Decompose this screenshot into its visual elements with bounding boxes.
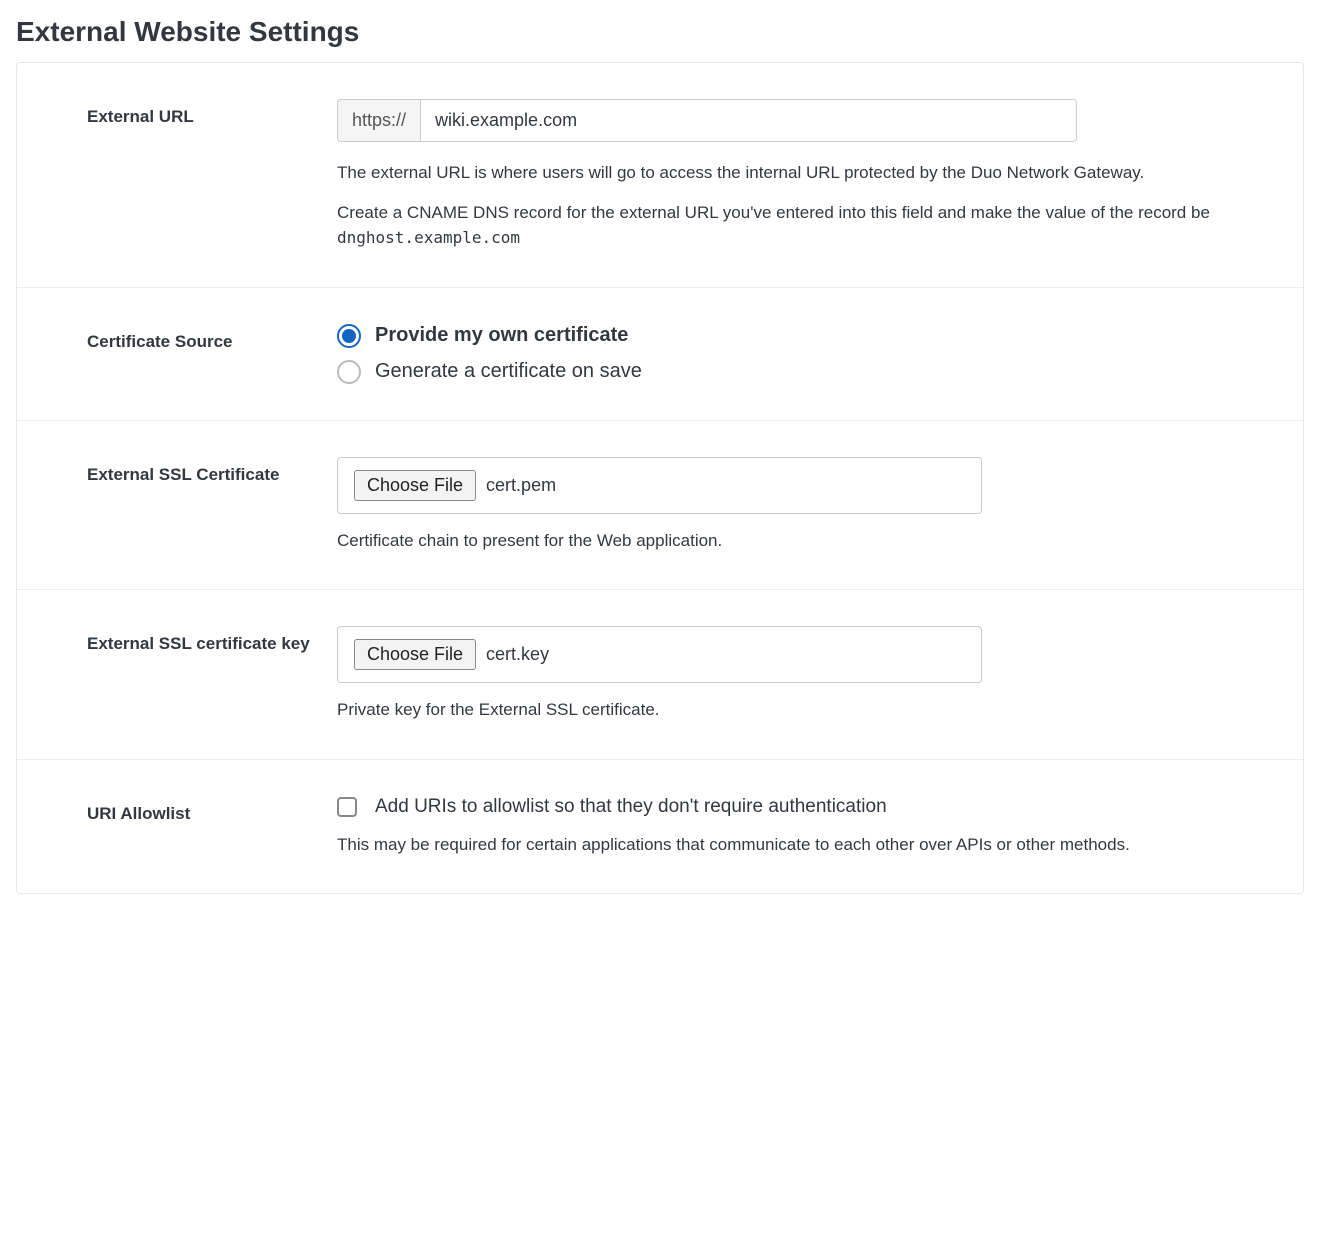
radio-circle-icon — [337, 324, 361, 348]
checkbox-allowlist[interactable] — [337, 797, 357, 817]
file-name-cert: cert.pem — [486, 475, 556, 496]
help-external-url-2: Create a CNAME DNS record for the extern… — [337, 200, 1271, 251]
help-ssl-key: Private key for the External SSL certifi… — [337, 697, 1271, 723]
content-uri-allowlist: Add URIs to allowlist so that they don't… — [337, 796, 1271, 858]
file-name-key: cert.key — [486, 644, 549, 665]
label-external-url: External URL — [87, 99, 337, 251]
label-certificate-source: Certificate Source — [87, 324, 337, 384]
cname-value: dnghost.example.com — [337, 228, 520, 247]
choose-file-cert-button[interactable]: Choose File — [354, 470, 476, 501]
help-uri-allowlist: This may be required for certain applica… — [337, 832, 1271, 858]
file-input-ssl-key[interactable]: Choose File cert.key — [337, 626, 982, 683]
checkbox-label-allowlist: Add URIs to allowlist so that they don't… — [375, 796, 887, 818]
radio-label-own: Provide my own certificate — [375, 324, 628, 347]
help-external-url-2-pre: Create a CNAME DNS record for the extern… — [337, 203, 1210, 222]
file-input-ssl-cert[interactable]: Choose File cert.pem — [337, 457, 982, 514]
radio-dot-icon — [342, 329, 356, 343]
content-external-url: https:// The external URL is where users… — [337, 99, 1271, 251]
content-ssl-key: Choose File cert.key Private key for the… — [337, 626, 1271, 723]
external-url-input[interactable] — [420, 99, 1077, 142]
url-input-group: https:// — [337, 99, 1077, 142]
content-certificate-source: Provide my own certificate Generate a ce… — [337, 324, 1271, 384]
help-external-url-1: The external URL is where users will go … — [337, 160, 1271, 186]
label-ssl-key: External SSL certificate key — [87, 626, 337, 723]
row-ssl-cert: External SSL Certificate Choose File cer… — [17, 421, 1303, 591]
row-uri-allowlist: URI Allowlist Add URIs to allowlist so t… — [17, 760, 1303, 894]
radio-group-cert-source: Provide my own certificate Generate a ce… — [337, 324, 1271, 384]
label-uri-allowlist: URI Allowlist — [87, 796, 337, 858]
row-external-url: External URL https:// The external URL i… — [17, 63, 1303, 288]
page-title: External Website Settings — [16, 16, 1304, 48]
choose-file-key-button[interactable]: Choose File — [354, 639, 476, 670]
radio-circle-icon — [337, 360, 361, 384]
row-certificate-source: Certificate Source Provide my own certif… — [17, 288, 1303, 421]
checkbox-row-allowlist: Add URIs to allowlist so that they don't… — [337, 796, 1271, 818]
settings-container: External URL https:// The external URL i… — [16, 62, 1304, 894]
row-ssl-key: External SSL certificate key Choose File… — [17, 590, 1303, 760]
content-ssl-cert: Choose File cert.pem Certificate chain t… — [337, 457, 1271, 554]
radio-generate[interactable]: Generate a certificate on save — [337, 360, 1271, 384]
help-ssl-cert: Certificate chain to present for the Web… — [337, 528, 1271, 554]
url-prefix: https:// — [337, 99, 420, 142]
radio-label-generate: Generate a certificate on save — [375, 360, 642, 383]
radio-provide-own[interactable]: Provide my own certificate — [337, 324, 1271, 348]
label-ssl-cert: External SSL Certificate — [87, 457, 337, 554]
